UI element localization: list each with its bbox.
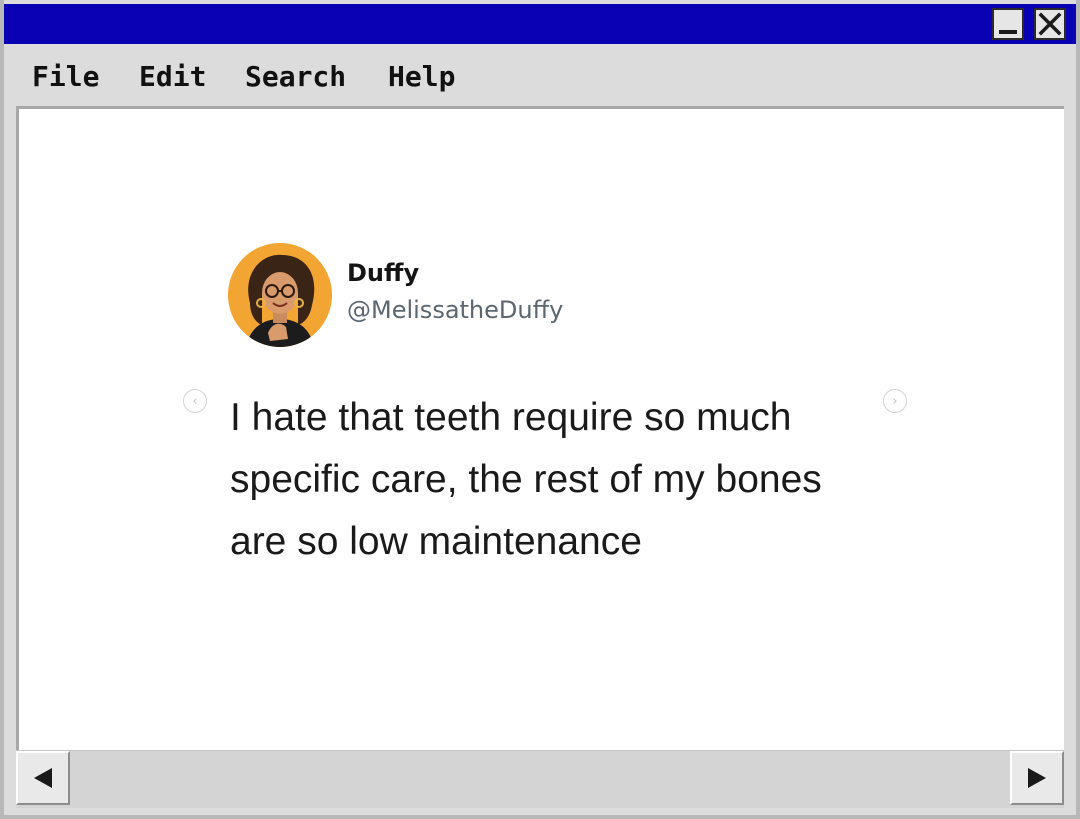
close-icon (1038, 12, 1062, 36)
menu-help[interactable]: Help (388, 60, 455, 93)
avatar-illustration (228, 243, 332, 347)
chevron-right-icon: › (892, 393, 898, 409)
app-window: File Edit Search Help Duffy @MelissatheD… (0, 0, 1080, 819)
avatar[interactable] (228, 243, 332, 347)
minimize-button[interactable] (992, 8, 1024, 40)
content-area: Duffy @MelissatheDuffy ‹ › I hate that t… (16, 106, 1064, 750)
scroll-right-button[interactable] (1010, 751, 1064, 805)
tweet-card: Duffy @MelissatheDuffy ‹ › I hate that t… (19, 109, 1064, 750)
user-handle[interactable]: @MelissatheDuffy (347, 296, 563, 324)
close-button[interactable] (1034, 8, 1066, 40)
menu-file[interactable]: File (32, 60, 99, 93)
title-bar (4, 4, 1076, 44)
menu-edit[interactable]: Edit (139, 60, 206, 93)
display-name[interactable]: Duffy (347, 259, 419, 287)
horizontal-scrollbar[interactable] (16, 750, 1064, 808)
carousel-prev-button[interactable]: ‹ (183, 389, 207, 413)
arrow-right-icon (1028, 768, 1046, 788)
tweet-text: I hate that teeth require so much specif… (230, 396, 822, 563)
menu-bar: File Edit Search Help (4, 44, 1076, 106)
chevron-left-icon: ‹ (192, 393, 198, 409)
menu-search[interactable]: Search (245, 60, 346, 93)
minimize-icon (999, 30, 1017, 34)
arrow-left-icon (34, 768, 52, 788)
scroll-left-button[interactable] (16, 751, 70, 805)
